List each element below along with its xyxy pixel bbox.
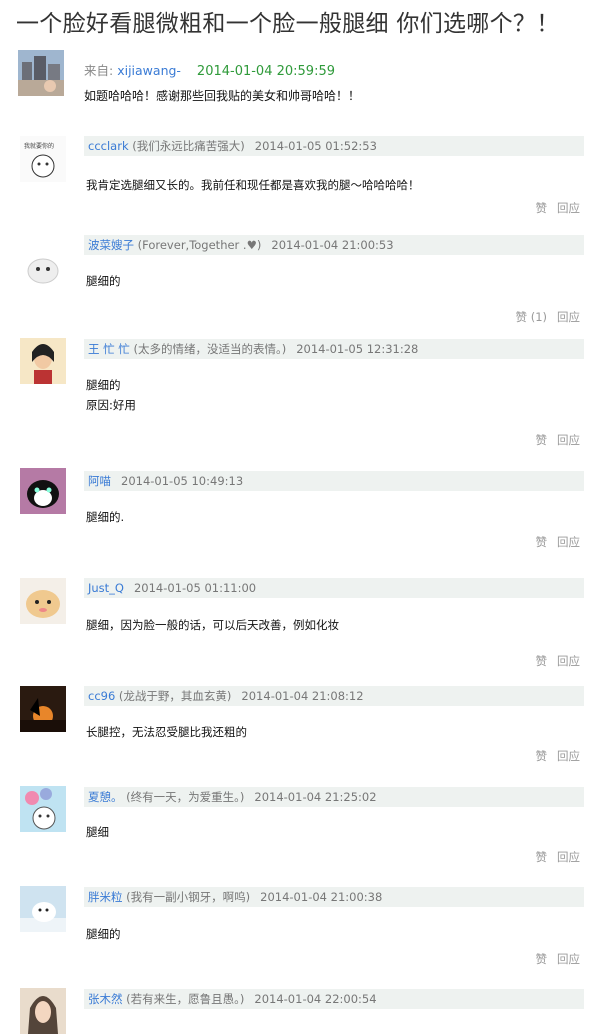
comment-signature: (我有一副小钢牙，啊呜)	[122, 890, 251, 904]
like-button[interactable]: 赞	[536, 952, 548, 966]
comment-signature: (若有来生，愿鲁且愚。)	[122, 992, 245, 1006]
like-button[interactable]: 赞	[536, 850, 548, 864]
comment-text: 我肯定选腿细又长的。我前任和现任都是喜欢我的腿～哈哈哈哈！	[86, 178, 420, 192]
post-time: 2014-01-04 20:59:59	[196, 64, 335, 79]
comment-text: 腿细的.	[86, 510, 125, 524]
comment-signature: (我们永远比痛苦强大)	[128, 139, 245, 153]
reply-button[interactable]: 回应	[557, 535, 580, 549]
comment-text: 腿细的	[86, 927, 121, 941]
comment-header: 王 忙 忙 (太多的情绪，没适当的表情。) 2014-01-05 12:31:28	[84, 339, 584, 359]
svg-text:我就要你的: 我就要你的	[24, 142, 54, 150]
post-author-link[interactable]: xijiawang-	[117, 63, 181, 78]
post-meta: 来自: xijiawang- 2014-01-04 20:59:59	[84, 60, 335, 79]
comment-header: 胖米粒 (我有一副小钢牙，啊呜) 2014-01-04 21:00:38	[84, 887, 584, 907]
reply-button[interactable]: 回应	[557, 201, 580, 215]
comment-header: 夏憩。 (终有一天，为爱重生。) 2014-01-04 21:25:02	[84, 787, 584, 807]
like-button[interactable]: 赞	[536, 749, 548, 763]
comment-text: 腿细	[86, 825, 109, 839]
black-cat-icon[interactable]	[20, 468, 66, 514]
cityscape-photo-icon[interactable]	[18, 50, 64, 96]
comment-text: 原因:好用	[86, 398, 136, 412]
post-body: 如题哈哈哈！感谢那些回我贴的美女和帅哥哈哈！！	[84, 89, 361, 103]
reply-button[interactable]: 回应	[557, 310, 580, 324]
comment-time: 2014-01-04 21:00:53	[271, 238, 394, 252]
comment-time: 2014-01-04 22:00:54	[254, 992, 377, 1006]
comment-actions: 赞回应	[526, 200, 581, 216]
comment-time: 2014-01-04 21:00:38	[260, 890, 383, 904]
comment-header: cc96 (龙战于野，其血玄黄) 2014-01-04 21:08:12	[84, 686, 584, 706]
comment-header: ccclark (我们永远比痛苦强大) 2014-01-05 01:52:53	[84, 136, 584, 156]
like-button[interactable]: 赞	[536, 433, 548, 447]
like-button[interactable]: 赞	[536, 201, 548, 215]
comment-actions: 赞回应	[526, 951, 581, 967]
woman-portrait-icon[interactable]	[20, 988, 66, 1034]
comment-actions: 赞回应	[526, 432, 581, 448]
cute-cat-icon[interactable]	[20, 578, 66, 624]
comment-user-link[interactable]: ccclark	[88, 139, 129, 153]
comment-header: 阿喵 2014-01-05 10:49:13	[84, 471, 584, 491]
comment-signature: (龙战于野，其血玄黄)	[115, 689, 232, 703]
comment-signature: (太多的情绪，没适当的表情。)	[129, 342, 287, 356]
comment-user-link[interactable]: 波菜嫂子	[88, 238, 134, 252]
like-button[interactable]: 赞	[536, 535, 548, 549]
comment-signature: (Forever,Together .♥)	[134, 238, 262, 252]
comment-user-link[interactable]: 张木然	[88, 992, 123, 1006]
sunset-silhouette-icon[interactable]	[20, 686, 66, 732]
comment-text: 腿细，因为脸一般的话，可以后天改善，例如化妆	[86, 618, 339, 632]
comment-actions: 赞回应	[526, 653, 581, 669]
comment-header: 波菜嫂子 (Forever,Together .♥) 2014-01-04 21:…	[84, 235, 584, 255]
reply-button[interactable]: 回应	[557, 850, 580, 864]
like-button[interactable]: 赞 (1)	[516, 310, 547, 324]
white-pet-icon[interactable]	[20, 245, 66, 291]
comment-user-link[interactable]: 夏憩。	[88, 790, 123, 804]
comment-user-link[interactable]: 王 忙 忙	[88, 342, 130, 356]
comment-header: Just_Q 2014-01-05 01:11:00	[84, 578, 584, 598]
comment-header: 张木然 (若有来生，愿鲁且愚。) 2014-01-04 22:00:54	[84, 989, 584, 1009]
comment-time: 2014-01-05 01:11:00	[133, 581, 257, 595]
reply-button[interactable]: 回应	[557, 433, 580, 447]
reply-button[interactable]: 回应	[557, 749, 580, 763]
post-title: 一个脸好看腿微粗和一个脸一般腿细 你们选哪个？！	[16, 11, 560, 37]
like-button[interactable]: 赞	[536, 654, 548, 668]
comment-actions: 赞 (1) 回应	[506, 309, 580, 325]
comment-time: 2014-01-05 01:52:53	[254, 139, 377, 153]
comment-text: 腿细的	[86, 378, 121, 392]
comment-text: 腿细的	[86, 274, 121, 288]
comment-user-link[interactable]: Just_Q	[88, 581, 124, 595]
from-label: 来自:	[84, 63, 114, 78]
comment-actions: 赞回应	[526, 534, 581, 550]
comment-time: 2014-01-04 21:08:12	[241, 689, 364, 703]
comment-user-link[interactable]: cc96	[88, 689, 115, 703]
balloon-character-icon[interactable]	[20, 786, 66, 832]
reply-button[interactable]: 回应	[557, 654, 580, 668]
girl-drawing-icon[interactable]	[20, 338, 66, 384]
comment-text: 长腿控，无法忍受腿比我还粗的	[86, 725, 247, 739]
polar-bear-icon[interactable]	[20, 886, 66, 932]
comment-user-link[interactable]: 胖米粒	[88, 890, 123, 904]
comment-time: 2014-01-05 12:31:28	[296, 342, 419, 356]
comment-time: 2014-01-05 10:49:13	[121, 474, 244, 488]
cartoon-face-icon[interactable]: 我就要你的	[20, 136, 66, 182]
comment-signature: (终有一天，为爱重生。)	[122, 790, 245, 804]
comment-time: 2014-01-04 21:25:02	[254, 790, 377, 804]
comment-user-link[interactable]: 阿喵	[88, 474, 111, 488]
reply-button[interactable]: 回应	[557, 952, 580, 966]
comment-actions: 赞回应	[526, 849, 581, 865]
comment-actions: 赞回应	[526, 748, 581, 764]
